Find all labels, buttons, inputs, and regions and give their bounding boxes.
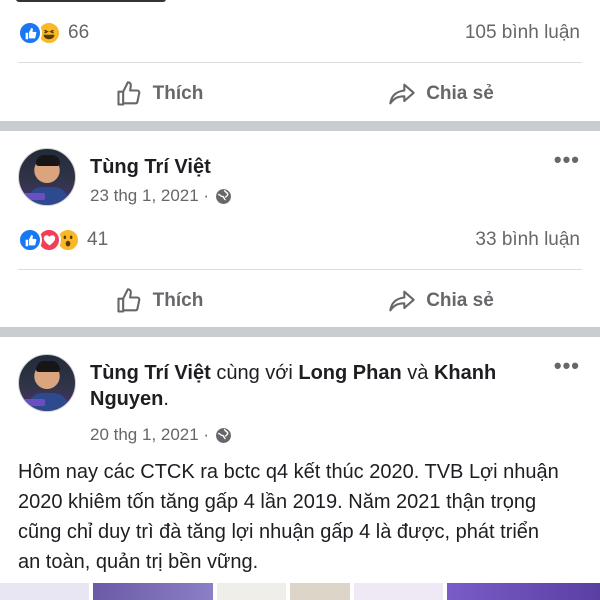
share-label: Chia sẻ — [426, 289, 494, 311]
post-date[interactable]: 20 thg 1, 2021 · — [90, 425, 209, 445]
post-author-line: Tùng Trí Việt cùng với Long Phan và Khan… — [90, 362, 497, 410]
reaction-count[interactable]: 66 — [68, 22, 89, 44]
post-meta: 20 thg 1, 2021 · — [90, 425, 232, 445]
thumbs-up-icon — [117, 287, 141, 313]
post-date[interactable]: 23 thg 1, 2021 · — [90, 186, 209, 206]
action-bar: Thích Chia sẻ — [18, 269, 582, 331]
comment-count-link[interactable]: 105 bình luận — [465, 22, 580, 44]
reaction-icons[interactable] — [18, 228, 80, 252]
reaction-icons[interactable] — [18, 21, 61, 45]
avatar[interactable] — [18, 354, 76, 412]
post-meta: 23 thg 1, 2021 · — [90, 186, 232, 206]
post-author[interactable]: Tùng Trí Việt — [90, 154, 211, 180]
tagged-user-link[interactable]: Long Phan — [298, 362, 401, 384]
share-arrow-icon — [389, 290, 415, 311]
post-card: Tùng Trí Việt 23 thg 1, 2021 · ••• 41 33… — [0, 131, 600, 327]
globe-icon — [216, 427, 232, 443]
reactions-row: 41 33 bình luận — [0, 209, 600, 271]
post-top-partial: 66 105 bình luận Thích Chia sẻ — [0, 0, 600, 121]
reactions-row: 66 105 bình luận — [0, 2, 600, 64]
like-button[interactable]: Thích — [18, 80, 300, 108]
post-card: Tùng Trí Việt cùng với Long Phan và Khan… — [0, 337, 600, 600]
share-arrow-icon — [389, 83, 415, 104]
like-label: Thích — [152, 82, 204, 104]
more-icon: ••• — [553, 147, 580, 172]
comment-count-link[interactable]: 33 bình luận — [475, 229, 580, 251]
like-reaction-icon — [18, 228, 42, 252]
action-bar: Thích Chia sẻ — [18, 62, 582, 124]
share-label: Chia sẻ — [426, 82, 494, 104]
like-reaction-icon — [18, 21, 42, 45]
more-icon: ••• — [553, 353, 580, 378]
like-label: Thích — [152, 289, 204, 311]
more-options-button[interactable]: ••• — [554, 149, 580, 171]
reaction-count[interactable]: 41 — [87, 229, 108, 251]
globe-icon — [216, 188, 232, 204]
avatar[interactable] — [18, 148, 76, 206]
post-body-text: Hôm nay các CTCK ra bctc q4 kết thúc 202… — [18, 461, 559, 573]
like-button[interactable]: Thích — [18, 287, 300, 315]
share-button[interactable]: Chia sẻ — [300, 80, 582, 108]
thumbs-up-icon — [117, 80, 141, 106]
post-image-preview[interactable] — [0, 583, 600, 600]
more-options-button[interactable]: ••• — [554, 355, 580, 377]
share-button[interactable]: Chia sẻ — [300, 287, 582, 315]
post-author[interactable]: Tùng Trí Việt — [90, 362, 211, 384]
